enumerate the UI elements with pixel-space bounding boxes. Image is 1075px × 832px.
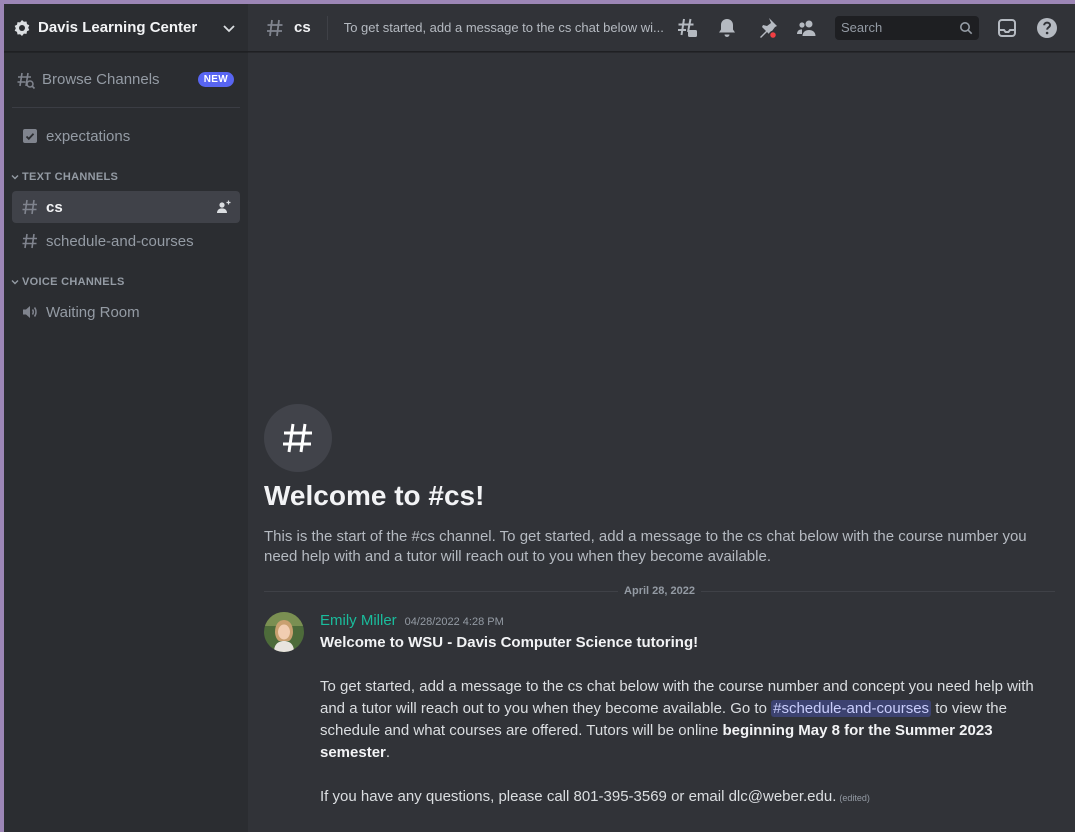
message-text: If you have any questions, please call 8… <box>320 788 837 805</box>
message-paragraph: If you have any questions, please call 8… <box>320 786 1055 809</box>
category-voice-channels[interactable]: VOICE CHANNELS <box>4 272 248 292</box>
channel-label: cs <box>46 198 63 216</box>
channel-cs[interactable]: cs <box>12 191 240 223</box>
app-window: Davis Learning Center Browse Channels NE… <box>4 4 1075 832</box>
divider-line <box>700 590 1055 592</box>
channel-name: cs <box>294 19 311 36</box>
search-input[interactable]: Search <box>835 15 979 40</box>
help-icon[interactable] <box>1035 16 1059 40</box>
browse-channels-label: Browse Channels <box>42 71 160 88</box>
threads-icon[interactable] <box>675 16 699 40</box>
server-badge-icon <box>14 19 30 36</box>
header-divider <box>326 15 328 40</box>
channel-sidebar: Davis Learning Center Browse Channels NE… <box>4 4 248 832</box>
message-headline: Welcome to WSU - Davis Computer Science … <box>320 634 699 651</box>
category-label: VOICE CHANNELS <box>22 276 125 288</box>
channel-label: expectations <box>46 127 131 145</box>
member-list-icon[interactable] <box>795 16 819 40</box>
message-header: Emily Miller 04/28/2022 4:28 PM <box>320 612 1055 632</box>
server-header[interactable]: Davis Learning Center <box>4 4 248 52</box>
channel-waiting-room[interactable]: Waiting Room <box>12 296 240 328</box>
message-text: . <box>385 744 391 761</box>
browse-channels[interactable]: Browse Channels NEW <box>12 52 240 108</box>
notification-bell-icon[interactable] <box>715 16 739 40</box>
message-author[interactable]: Emily Miller <box>320 612 397 629</box>
chevron-down-icon <box>10 277 20 287</box>
message-paragraph: To get started, add a message to the cs … <box>320 676 1055 764</box>
welcome-description: This is the start of the #cs channel. To… <box>264 528 1027 565</box>
channel-label: schedule-and-courses <box>46 232 194 250</box>
hashtag-icon <box>20 231 40 251</box>
search-icon <box>959 21 973 35</box>
channel-topic[interactable]: To get started, add a message to the cs … <box>344 20 667 35</box>
category-label: TEXT CHANNELS <box>22 171 119 183</box>
welcome-title: Welcome to #cs! <box>264 480 485 511</box>
date-divider-label: April 28, 2022 <box>624 585 695 597</box>
hashtag-icon <box>264 17 286 39</box>
browse-channels-icon <box>16 70 36 90</box>
message-content: Welcome to WSU - Davis Computer Science … <box>320 632 1055 809</box>
channel-schedule-and-courses[interactable]: schedule-and-courses <box>12 225 240 257</box>
channel-hashtag-icon <box>264 404 332 472</box>
search-placeholder: Search <box>841 20 883 35</box>
channel-expectations[interactable]: expectations <box>12 120 240 152</box>
speaker-icon <box>20 302 40 322</box>
hashtag-icon <box>20 197 40 217</box>
inbox-icon[interactable] <box>995 16 1019 40</box>
message[interactable]: Emily Miller 04/28/2022 4:28 PM Welcome … <box>264 612 1055 809</box>
avatar[interactable] <box>264 612 304 652</box>
pinned-messages-icon[interactable] <box>755 16 779 40</box>
message-list[interactable]: Welcome to #cs! This is the start of the… <box>248 52 1075 832</box>
chevron-down-icon <box>222 21 236 35</box>
channel-label: Waiting Room <box>46 303 140 321</box>
category-text-channels[interactable]: TEXT CHANNELS <box>4 167 248 187</box>
date-divider: April 28, 2022 <box>264 583 1055 599</box>
server-name: Davis Learning Center <box>38 19 198 36</box>
divider-line <box>264 590 619 592</box>
new-badge: NEW <box>197 72 234 87</box>
channel-header: cs To get started, add a message to the … <box>248 4 1075 52</box>
chevron-down-icon <box>10 172 20 182</box>
rules-channel-icon <box>20 126 40 146</box>
message-body: Emily Miller 04/28/2022 4:28 PM Welcome … <box>320 612 1055 809</box>
chat-main: cs To get started, add a message to the … <box>248 4 1075 832</box>
edited-label: (edited) <box>839 793 870 803</box>
message-timestamp[interactable]: 04/28/2022 4:28 PM <box>405 616 504 628</box>
add-member-icon[interactable] <box>216 199 232 215</box>
channel-mention[interactable]: #schedule-and-courses <box>771 700 932 717</box>
